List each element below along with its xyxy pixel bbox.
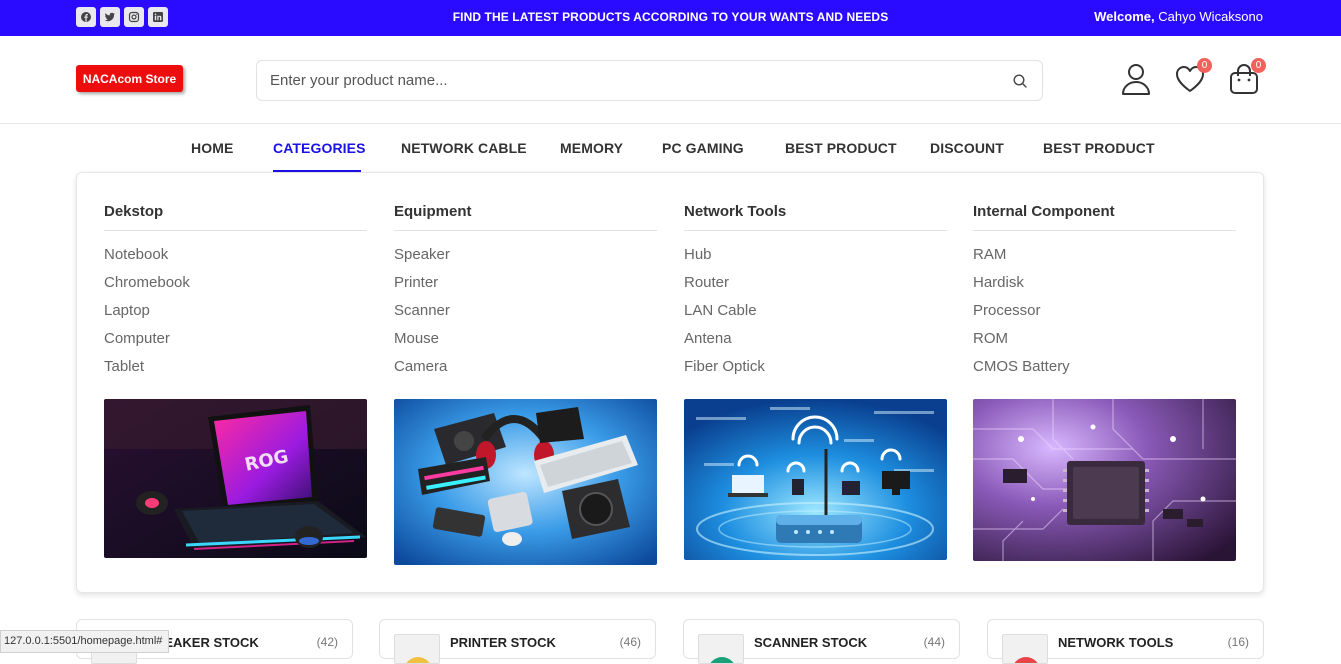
wishlist-count-badge: 0: [1197, 58, 1212, 73]
stock-thumbnail: [1002, 634, 1048, 664]
category-title: Dekstop: [104, 203, 164, 220]
category-link[interactable]: Speaker: [394, 246, 450, 274]
category-link[interactable]: Notebook: [104, 246, 190, 274]
stock-card-network-tools[interactable]: NETWORK TOOLS (16): [987, 619, 1264, 664]
gaming-laptop-image[interactable]: ROG: [104, 399, 367, 558]
category-title: Equipment: [394, 203, 472, 220]
category-link[interactable]: Scanner: [394, 302, 450, 330]
category-title: Internal Component: [973, 203, 1115, 220]
stock-count: (46): [619, 635, 641, 649]
cart-button[interactable]: 0: [1228, 58, 1266, 96]
wishlist-button[interactable]: 0: [1174, 58, 1212, 96]
category-list: RAM Hardisk Processor ROM CMOS Battery: [973, 246, 1070, 386]
wifi-network-image[interactable]: [684, 399, 947, 560]
category-link[interactable]: CMOS Battery: [973, 358, 1070, 386]
search-input[interactable]: [270, 61, 990, 100]
divider: [684, 230, 947, 231]
category-link[interactable]: Router: [684, 274, 765, 302]
stock-card-scanner[interactable]: SCANNER STOCK (44): [683, 619, 960, 664]
nav-memory[interactable]: MEMORY: [560, 140, 623, 156]
welcome-text: Welcome, Cahyo Wicaksono: [1094, 9, 1263, 24]
stock-count: (44): [923, 635, 945, 649]
nav-network-cable[interactable]: NETWORK CABLE: [401, 140, 527, 156]
category-link[interactable]: Printer: [394, 274, 450, 302]
category-list: Hub Router LAN Cable Antena Fiber Optick: [684, 246, 765, 386]
divider: [394, 230, 657, 231]
stock-title: PRINTER STOCK: [450, 635, 556, 650]
category-list: Speaker Printer Scanner Mouse Camera: [394, 246, 450, 386]
divider: [973, 230, 1236, 231]
category-link[interactable]: Chromebook: [104, 274, 190, 302]
category-link[interactable]: Fiber Optick: [684, 358, 765, 386]
stock-card-printer[interactable]: PRINTER STOCK (46): [379, 619, 656, 664]
stock-thumbnail: [698, 634, 744, 664]
top-announcement-bar: FIND THE LATEST PRODUCTS ACCORDING TO YO…: [0, 0, 1341, 36]
nav-home[interactable]: HOME: [191, 140, 233, 156]
category-link[interactable]: Antena: [684, 330, 765, 358]
account-button[interactable]: [1120, 62, 1152, 96]
welcome-label: Welcome,: [1094, 9, 1155, 24]
cart-count-badge: 0: [1251, 58, 1266, 73]
pc-components-image[interactable]: [394, 399, 657, 565]
category-link[interactable]: RAM: [973, 246, 1070, 274]
divider: [104, 230, 367, 231]
category-link[interactable]: LAN Cable: [684, 302, 765, 330]
category-link[interactable]: Tablet: [104, 358, 190, 386]
main-navigation: HOME CATEGORIES NETWORK CABLE MEMORY PC …: [0, 124, 1341, 172]
browser-status-url: 127.0.0.1:5501/homepage.html#: [0, 630, 170, 653]
category-link[interactable]: Processor: [973, 302, 1070, 330]
category-link[interactable]: Hub: [684, 246, 765, 274]
store-logo[interactable]: NACAcom Store: [76, 65, 183, 92]
stock-title: NETWORK TOOLS: [1058, 635, 1174, 650]
circuit-board-image[interactable]: [973, 399, 1236, 561]
category-link[interactable]: Mouse: [394, 330, 450, 358]
search-icon[interactable]: [1012, 73, 1028, 89]
stock-count: (16): [1227, 635, 1249, 649]
nav-pc-gaming[interactable]: PC GAMING: [662, 140, 744, 156]
nav-best-product[interactable]: BEST PRODUCT: [785, 140, 897, 156]
user-name: Cahyo Wicaksono: [1158, 9, 1263, 24]
category-link[interactable]: Hardisk: [973, 274, 1070, 302]
category-link[interactable]: ROM: [973, 330, 1070, 358]
stock-count: (42): [316, 635, 338, 649]
category-title: Network Tools: [684, 203, 787, 220]
nav-categories[interactable]: CATEGORIES: [273, 140, 366, 156]
stock-thumbnail: [394, 634, 440, 664]
category-list: Notebook Chromebook Laptop Computer Tabl…: [104, 246, 190, 386]
user-icon: [1122, 64, 1150, 95]
nav-best-product-2[interactable]: BEST PRODUCT: [1043, 140, 1155, 156]
main-header: NACAcom Store 0 0: [0, 36, 1341, 124]
category-link[interactable]: Laptop: [104, 302, 190, 330]
category-link[interactable]: Camera: [394, 358, 450, 386]
search-bar: [256, 60, 1043, 101]
nav-discount[interactable]: DISCOUNT: [930, 140, 1004, 156]
category-link[interactable]: Computer: [104, 330, 190, 358]
categories-mega-menu: Dekstop Notebook Chromebook Laptop Compu…: [76, 172, 1264, 593]
stock-title: SCANNER STOCK: [754, 635, 868, 650]
